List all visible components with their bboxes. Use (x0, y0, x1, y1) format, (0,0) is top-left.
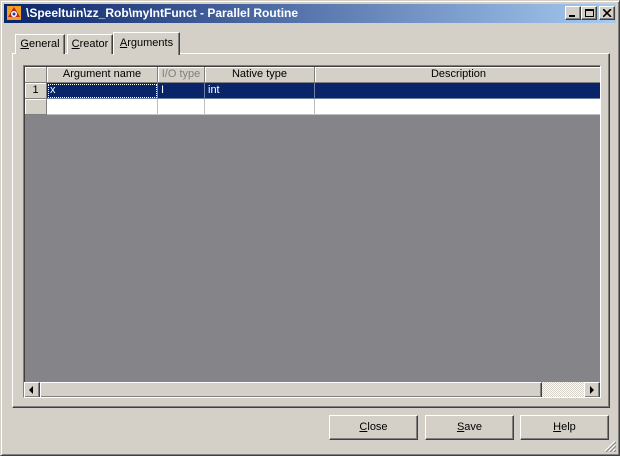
grid-viewport: Argument name I/O type Native type Descr… (24, 66, 600, 382)
help-button-label: elp (561, 421, 576, 433)
arguments-grid[interactable]: Argument name I/O type Native type Descr… (23, 65, 601, 398)
cell-description[interactable] (315, 83, 600, 99)
arrow-left-icon (29, 386, 33, 394)
scrollbar-track[interactable] (542, 382, 584, 397)
save-button-label: ave (464, 421, 483, 433)
window-title: \Speeltuin\zz_Rob\myIntFunct - Parallel … (26, 6, 299, 20)
minimize-button[interactable] (565, 6, 581, 20)
close-button[interactable]: Close (329, 415, 418, 440)
app-icon (7, 6, 21, 20)
grid-corner-header[interactable] (25, 67, 47, 83)
tab-general-label: eneral (28, 38, 60, 50)
help-button[interactable]: Help (520, 415, 609, 440)
horizontal-scrollbar[interactable] (24, 382, 600, 397)
cell-native-type[interactable] (205, 99, 315, 115)
tab-general[interactable]: General (15, 34, 65, 54)
row-header[interactable] (25, 99, 47, 115)
tab-creator-accel: C (71, 38, 80, 50)
arrow-right-icon (590, 386, 594, 394)
minimize-icon (569, 15, 575, 17)
scrollbar-thumb[interactable] (40, 382, 542, 397)
tab-creator-label: reator (79, 38, 109, 50)
tab-creator[interactable]: Creator (67, 34, 113, 54)
row-header[interactable]: 1 (25, 83, 47, 99)
column-header-io-type[interactable]: I/O type (158, 67, 205, 83)
tab-arguments-label: rguments (127, 37, 174, 49)
dialog-window: \Speeltuin\zz_Rob\myIntFunct - Parallel … (0, 0, 620, 456)
cell-argument-name[interactable] (47, 99, 158, 115)
column-header-argument-name[interactable]: Argument name (47, 67, 158, 83)
cell-argument-name[interactable]: x (47, 83, 158, 99)
close-icon (603, 9, 612, 17)
help-button-accel: H (553, 421, 562, 433)
scroll-left-button[interactable] (24, 382, 40, 397)
maximize-icon (585, 9, 594, 17)
resize-grip-icon[interactable] (604, 440, 616, 452)
cell-native-type[interactable]: int (205, 83, 315, 99)
close-button-label: lose (367, 421, 388, 433)
column-header-description[interactable]: Description (315, 67, 600, 83)
tab-arguments[interactable]: Arguments (113, 32, 180, 55)
cell-io-type[interactable] (158, 99, 205, 115)
column-header-native-type[interactable]: Native type (205, 67, 315, 83)
close-window-button[interactable] (599, 6, 615, 20)
scroll-right-button[interactable] (584, 382, 600, 397)
maximize-button[interactable] (581, 6, 597, 20)
save-button[interactable]: Save (425, 415, 514, 440)
cell-io-type[interactable]: I (158, 83, 205, 99)
cell-description[interactable] (315, 99, 600, 115)
title-bar[interactable]: \Speeltuin\zz_Rob\myIntFunct - Parallel … (4, 4, 616, 23)
tab-general-accel: G (20, 38, 29, 50)
